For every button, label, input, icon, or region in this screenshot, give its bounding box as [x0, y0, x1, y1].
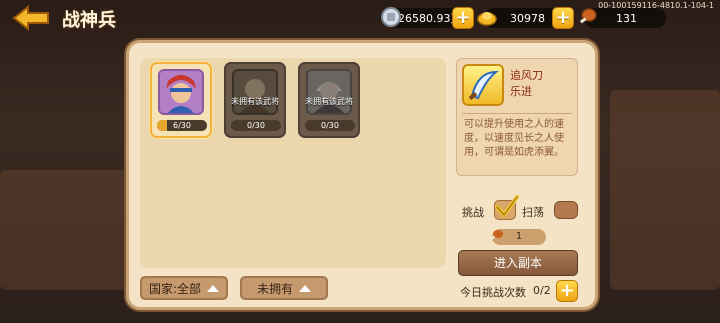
daily-challenge-label: 今日挑战次数 — [460, 286, 526, 299]
detail-divider — [462, 113, 572, 114]
general-card[interactable]: 未拥有该武将 0/30 — [224, 62, 286, 138]
shard-progress-bar: 0/30 — [231, 120, 281, 131]
gold-resource: 30978 + — [477, 7, 574, 29]
owned-filter-label: 未拥有 — [256, 281, 293, 296]
challenge-label: 挑战 — [462, 206, 484, 219]
back-arrow-icon — [12, 5, 49, 31]
sweep-toggle[interactable] — [554, 201, 578, 219]
general-card[interactable]: 未拥有该武将 0/30 — [298, 62, 360, 138]
sweep-label: 扫荡 — [522, 206, 544, 219]
silver-coin-icon — [381, 7, 401, 27]
back-button[interactable] — [10, 4, 54, 32]
item-icon — [462, 64, 504, 106]
shard-progress-label: 6/30 — [173, 121, 191, 130]
page-title: 战神兵 — [62, 10, 116, 31]
shard-progress-label: 0/30 — [247, 121, 265, 130]
item-name: 追风刀 乐进 — [510, 68, 543, 100]
challenge-checkbox[interactable] — [494, 195, 519, 220]
general-card[interactable]: 6/30 — [150, 62, 212, 138]
triangle-up-icon — [299, 284, 311, 292]
cost-count: 1 — [515, 231, 523, 242]
daily-challenge-count: 0/2 — [533, 284, 551, 297]
cost-count-pill: 1 — [489, 229, 546, 245]
add-challenge-count-button[interactable]: + — [556, 280, 578, 302]
shard-progress-fill — [157, 120, 167, 131]
not-owned-label: 未拥有该武将 — [305, 97, 353, 106]
general-portrait — [232, 69, 278, 115]
enter-dungeon-button[interactable]: 进入副本 — [458, 250, 578, 276]
country-filter-label: 国家:全部 — [148, 281, 202, 296]
gold-amount: 30978 — [510, 11, 545, 25]
drumstick-icon — [489, 230, 503, 241]
add-silver-button[interactable]: + — [452, 7, 474, 29]
drumstick-icon — [579, 8, 597, 24]
blade-icon — [468, 70, 499, 101]
owned-filter-button[interactable]: 未拥有 — [240, 276, 328, 300]
shard-progress-bar: 6/30 — [157, 120, 207, 131]
shard-progress-bar: 0/30 — [305, 120, 355, 131]
stamina-resource: 131 — [579, 8, 666, 28]
item-name-line1: 追风刀 — [510, 69, 543, 82]
gold-ingot-icon — [477, 12, 497, 26]
version-text: 00-100159116-4810.1-104-1 — [598, 1, 714, 10]
silver-resource: 26580.93万 + — [381, 7, 474, 29]
top-bar: 战神兵 26580.93万 + 30978 + 131 00-100159116… — [0, 0, 720, 38]
general-portrait — [158, 69, 204, 115]
shard-progress-label: 0/30 — [321, 121, 339, 130]
general-avatar-icon — [160, 71, 202, 113]
triangle-up-icon — [207, 284, 220, 292]
stamina-amount: 131 — [616, 11, 637, 25]
add-gold-button[interactable]: + — [552, 7, 574, 29]
item-name-line2: 乐进 — [510, 85, 532, 98]
item-description: 可以提升使用之人的速度，以速度见长之人使用，可谓是如虎添翼。 — [464, 119, 564, 158]
background-table — [0, 170, 130, 290]
not-owned-label: 未拥有该武将 — [231, 97, 279, 106]
checkmark-icon — [495, 195, 519, 217]
country-filter-button[interactable]: 国家:全部 — [140, 276, 228, 300]
background-cabinet — [610, 90, 720, 290]
general-portrait — [306, 69, 352, 115]
